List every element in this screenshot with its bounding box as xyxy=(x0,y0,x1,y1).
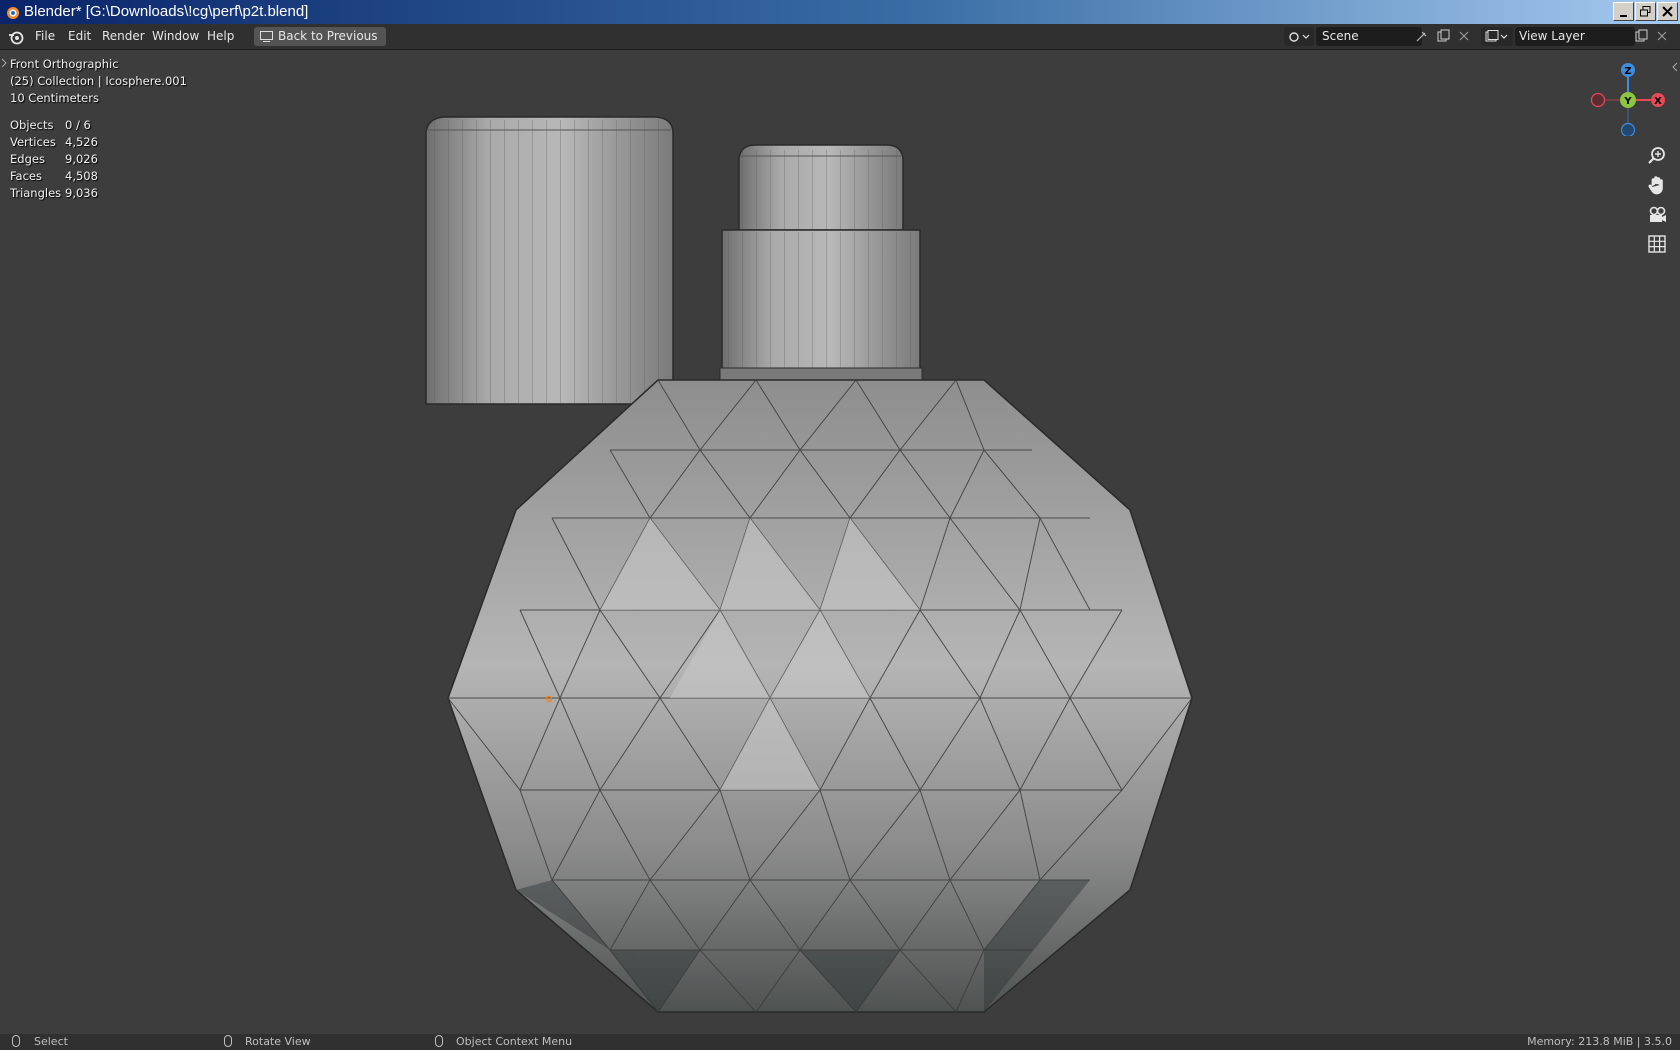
menu-window[interactable]: Window xyxy=(152,29,199,43)
view-layer-name: View Layer xyxy=(1519,29,1585,43)
sidebar-expand-icon[interactable] xyxy=(1672,62,1678,72)
menu-render[interactable]: Render xyxy=(102,29,145,43)
new-view-layer-icon[interactable] xyxy=(1635,29,1649,43)
delete-view-layer-icon[interactable] xyxy=(1657,31,1667,41)
view-name: Front Orthographic xyxy=(10,57,119,71)
mouse-middle-icon xyxy=(224,1035,232,1047)
menu-file[interactable]: File xyxy=(35,29,55,43)
window-title: Blender* [G:\Downloads\!cg\perf\p2t.blen… xyxy=(24,3,309,20)
axis-y-label: Y xyxy=(1623,96,1632,107)
blender-logo-icon xyxy=(7,7,19,19)
view-layer-icon xyxy=(1485,30,1508,42)
grid-scale: 10 Centimeters xyxy=(10,91,99,105)
axis-neg-x-handle[interactable] xyxy=(1590,92,1606,108)
nozzle-mesh[interactable] xyxy=(738,144,904,231)
menu-edit[interactable]: Edit xyxy=(68,29,91,43)
mouse-left-icon xyxy=(12,1035,20,1047)
icosphere-bottle-mesh[interactable] xyxy=(447,379,1193,1013)
scene-name: Scene xyxy=(1322,29,1359,43)
restore-icon xyxy=(1640,6,1651,17)
camera-icon xyxy=(1649,206,1666,222)
pin-icon[interactable] xyxy=(1416,30,1428,42)
mouse-right-icon xyxy=(435,1035,443,1047)
viewport-scene xyxy=(425,116,1193,1013)
new-scene-icon[interactable] xyxy=(1437,29,1451,43)
zoom-icon xyxy=(1648,147,1665,164)
close-icon xyxy=(1662,6,1673,17)
minimize-icon xyxy=(1620,15,1627,17)
stat-label: Vertices xyxy=(10,135,56,149)
toolbar-expand-icon[interactable] xyxy=(1,58,7,68)
stat-label: Edges xyxy=(10,152,45,166)
view-layer-browse-button[interactable] xyxy=(1481,27,1513,46)
axis-neg-z-handle[interactable] xyxy=(1620,122,1636,137)
minimize-button[interactable] xyxy=(1613,2,1634,21)
stat-value: 9,036 xyxy=(65,186,98,200)
status-context-menu: Object Context Menu xyxy=(456,1035,573,1048)
stat-value: 4,526 xyxy=(65,135,98,149)
pan-view-button[interactable] xyxy=(1644,172,1670,198)
status-select: Select xyxy=(34,1035,68,1048)
delete-scene-icon[interactable] xyxy=(1459,31,1469,41)
stat-value: 4,508 xyxy=(65,169,98,183)
view-layer-name-field[interactable]: View Layer xyxy=(1515,27,1635,46)
grid-icon xyxy=(1648,235,1666,253)
screen-back-icon xyxy=(260,31,273,42)
status-rotate: Rotate View xyxy=(245,1035,311,1048)
stat-label: Faces xyxy=(10,169,42,183)
menu-help[interactable]: Help xyxy=(207,29,234,43)
restore-button[interactable] xyxy=(1635,2,1656,21)
stat-label: Objects xyxy=(10,118,54,132)
window-title-bar: Blender* [G:\Downloads\!cg\perf\p2t.blen… xyxy=(0,0,1680,24)
cap-mesh[interactable] xyxy=(425,116,674,405)
scene-browse-button[interactable] xyxy=(1284,27,1314,46)
toggle-perspective-button[interactable] xyxy=(1644,231,1670,257)
scene-name-field[interactable]: Scene xyxy=(1316,27,1422,46)
blender-menu-icon[interactable] xyxy=(8,29,24,45)
stat-value: 9,026 xyxy=(65,152,98,166)
axis-z-label: Z xyxy=(1624,66,1631,77)
3d-viewport[interactable]: Front Orthographic (25) Collection | Ico… xyxy=(0,50,1680,1034)
back-to-previous-label: Back to Previous xyxy=(278,29,378,43)
hand-icon xyxy=(1648,176,1663,195)
navigation-gizmo[interactable]: Z X Y xyxy=(1588,56,1668,136)
collection-info: (25) Collection | Icosphere.001 xyxy=(10,74,187,88)
status-memory: Memory: 213.8 MiB | 3.5.0 xyxy=(1527,1035,1672,1048)
zoom-view-button[interactable] xyxy=(1644,143,1670,169)
close-window-button[interactable] xyxy=(1657,2,1678,21)
axis-x-label: X xyxy=(1654,96,1662,107)
camera-view-button[interactable] xyxy=(1644,202,1670,228)
top-menu-bar: File Edit Render Window Help Back to Pre… xyxy=(0,24,1680,50)
collar-mesh[interactable] xyxy=(719,229,923,381)
status-bar: Select Rotate View Object Context Menu M… xyxy=(0,1034,1680,1050)
scene-icon xyxy=(1289,32,1310,42)
stat-label: Triangles xyxy=(10,186,62,200)
stat-value: 0 / 6 xyxy=(65,118,91,132)
back-to-previous-button[interactable]: Back to Previous xyxy=(254,27,386,46)
